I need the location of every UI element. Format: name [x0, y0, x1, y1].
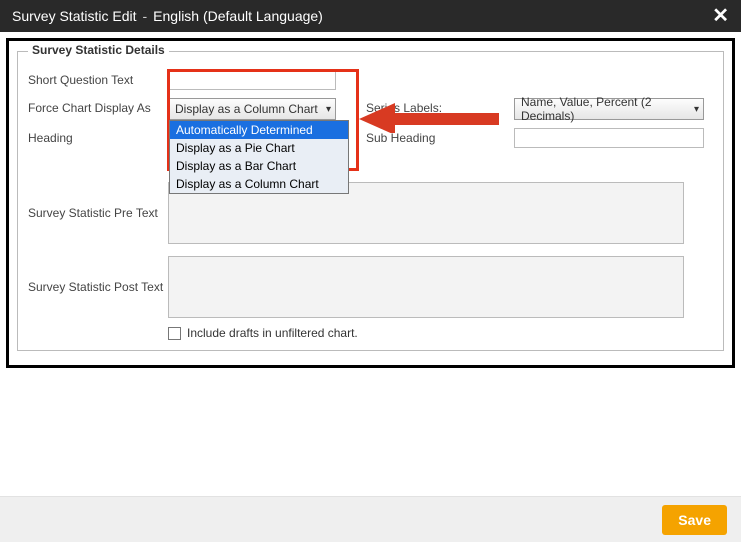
series-labels-selected: Name, Value, Percent (2 Decimals) [521, 95, 694, 123]
post-text-textarea[interactable] [168, 256, 684, 318]
dropdown-option[interactable]: Display as a Bar Chart [170, 157, 348, 175]
short-question-text-input[interactable] [168, 70, 336, 90]
label-short-question-text: Short Question Text [28, 70, 168, 87]
dropdown-option[interactable]: Display as a Column Chart [170, 175, 348, 193]
title-separator: - [143, 8, 148, 24]
label-pre-text: Survey Statistic Pre Text [28, 182, 168, 220]
label-heading: Heading [28, 128, 168, 145]
force-chart-display-select[interactable]: Display as a Column Chart ▾ Automaticall… [168, 98, 336, 120]
close-icon[interactable]: ✕ [712, 6, 729, 26]
dialog-title: Survey Statistic Edit [12, 8, 137, 24]
label-include-drafts: Include drafts in unfiltered chart. [187, 326, 358, 340]
dialog-header: Survey Statistic Edit - English (Default… [0, 0, 741, 32]
main-panel: Survey Statistic Details Short Question … [6, 38, 735, 368]
label-post-text: Survey Statistic Post Text [28, 256, 168, 294]
dialog-footer: Save [0, 496, 741, 542]
dropdown-option[interactable]: Automatically Determined [170, 121, 348, 139]
include-drafts-checkbox[interactable] [168, 327, 181, 340]
series-labels-select[interactable]: Name, Value, Percent (2 Decimals) ▾ [514, 98, 704, 120]
label-series-labels: Series Labels: [366, 98, 466, 115]
chevron-down-icon: ▾ [326, 104, 331, 115]
fieldset-legend: Survey Statistic Details [28, 43, 169, 57]
save-button[interactable]: Save [662, 505, 727, 535]
force-chart-display-selected: Display as a Column Chart [175, 102, 318, 116]
chevron-down-icon: ▾ [694, 104, 699, 115]
sub-heading-input[interactable] [514, 128, 704, 148]
dropdown-option[interactable]: Display as a Pie Chart [170, 139, 348, 157]
content-area: Survey Statistic Details Short Question … [0, 32, 741, 374]
dialog-language: English (Default Language) [153, 8, 323, 24]
label-force-chart-display-as: Force Chart Display As [28, 98, 168, 115]
label-sub-heading: Sub Heading [366, 128, 466, 145]
survey-statistic-details-fieldset: Survey Statistic Details Short Question … [17, 51, 724, 351]
force-chart-display-dropdown: Automatically Determined Display as a Pi… [169, 120, 349, 194]
